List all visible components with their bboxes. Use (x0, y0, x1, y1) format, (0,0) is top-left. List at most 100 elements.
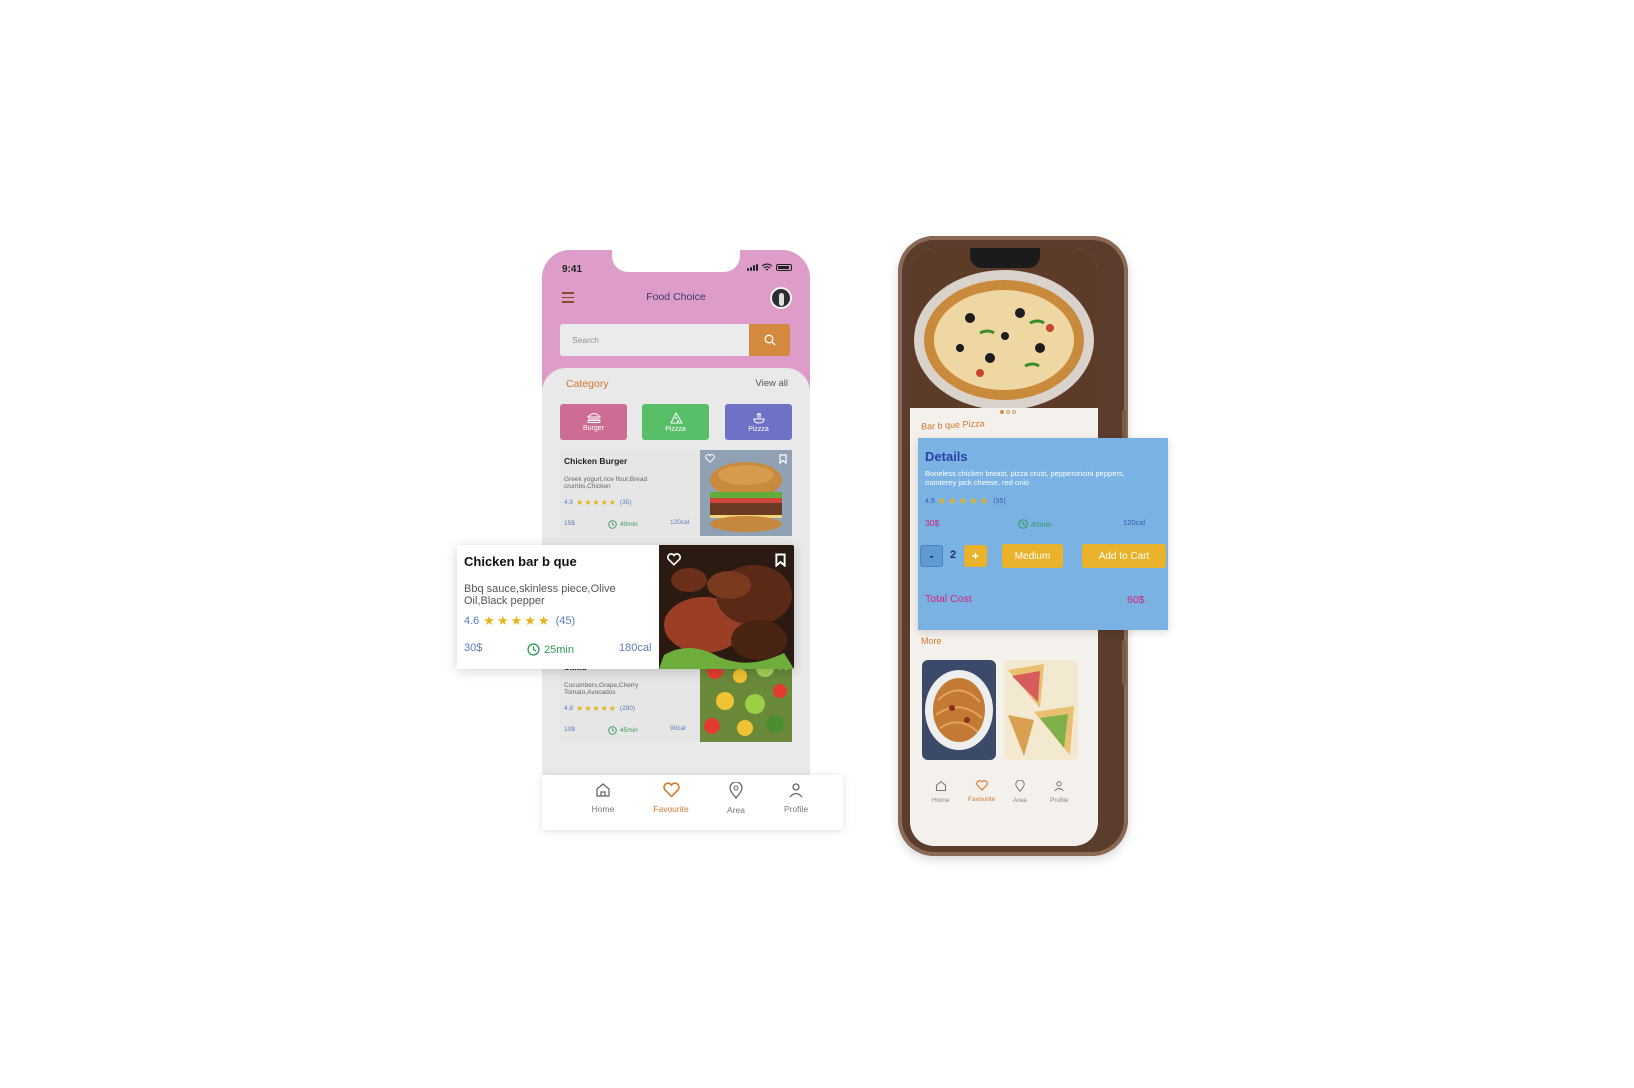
search-icon (764, 334, 775, 346)
details-calories: 120cal (1123, 518, 1146, 527)
details-panel: Details Boneless chicken breast, pizza c… (918, 438, 1168, 630)
food-name: Chicken bar b que (464, 554, 577, 569)
details-price: 30$ (925, 518, 940, 528)
view-all-link[interactable]: View all (755, 378, 788, 389)
heart-icon (662, 782, 680, 798)
phone-side-button (1122, 640, 1126, 685)
nav-label: Home (591, 804, 615, 814)
star-icons: ★★★★★ (937, 496, 991, 507)
carousel-dot[interactable] (1000, 410, 1004, 414)
rating-value: 4.8 (564, 705, 574, 712)
user-icon (1054, 781, 1064, 792)
food-card[interactable]: Chicken Burger Greek yogurt,rice flour,B… (560, 450, 792, 536)
nav-item-area[interactable]: Area (711, 782, 761, 815)
food-calories: 180cal (619, 642, 652, 654)
sandwich-thumbnail[interactable] (1004, 660, 1078, 760)
rating-value: 4.6 (464, 615, 480, 627)
food-rating: 4.9 ★★★★★ (35) (564, 498, 631, 507)
left-phone-screen: 9:41 Food Choice Search Category View al… (542, 250, 810, 780)
star-icons: ★★★★★ (576, 704, 617, 713)
details-description: Boneless chicken breast, pizza crust, pe… (925, 469, 1125, 487)
add-to-cart-button[interactable]: Add to Cart (1082, 544, 1166, 568)
food-description: Cucumbers,Grape,Cherry Tomato,Avocados (564, 682, 639, 697)
food-time: 45min (608, 726, 638, 735)
bookmark-icon[interactable] (779, 454, 787, 464)
nav-item-favourite[interactable]: Favourite (646, 782, 696, 814)
food-calories: 90cal (670, 725, 686, 732)
phone-notch (612, 250, 740, 272)
clock-icon (608, 726, 617, 735)
search-input[interactable]: Search (560, 324, 749, 356)
spaghetti-thumbnail[interactable] (922, 660, 996, 760)
carousel-dot[interactable] (1012, 410, 1016, 414)
carousel-dots[interactable] (1000, 410, 1016, 414)
nav-label: Area (727, 805, 745, 815)
category-chip-label: Pizzza (748, 425, 769, 433)
nav-label: Profile (783, 804, 809, 814)
clock-icon (527, 643, 540, 656)
food-price: 30$ (464, 642, 483, 654)
clock-icon (608, 520, 617, 529)
nav-item-profile[interactable]: Profile (771, 782, 821, 814)
nav-item-home[interactable]: Home (578, 782, 628, 814)
review-count: (45) (555, 615, 576, 627)
location-pin-icon (729, 782, 743, 799)
quantity-value: 2 (950, 549, 957, 561)
heart-icon[interactable] (667, 553, 681, 566)
featured-food-card[interactable]: Chicken bar b que Bbq sauce,skinless pie… (457, 545, 794, 669)
quantity-decrease-button[interactable]: - (920, 545, 943, 567)
heart-icon[interactable] (705, 454, 715, 463)
burger-icon (586, 413, 601, 423)
food-description: Bbq sauce,skinless piece,Olive Oil,Black… (464, 583, 616, 608)
time-value: 25min (544, 643, 574, 656)
food-rating: 4.8 ★★★★★ (290) (564, 704, 635, 713)
status-icons (747, 263, 792, 271)
rating-value: 4.9 (925, 498, 935, 505)
nav-label: Favourite (968, 796, 996, 803)
food-description: Greek yogurt,rice flour,Bread crumbs,Chi… (564, 476, 648, 491)
quantity-increase-button[interactable]: + (964, 545, 987, 567)
nav-item-home[interactable]: Home (932, 780, 949, 804)
noodles-icon (752, 412, 765, 424)
size-select-button[interactable]: Medium (1002, 544, 1063, 568)
avatar[interactable] (770, 287, 792, 309)
food-name: Chicken Burger (564, 456, 628, 466)
rating-value: 4.9 (564, 499, 574, 506)
home-icon (935, 780, 946, 792)
phone-notch (970, 248, 1040, 268)
nav-item-favourite[interactable]: Favourite (968, 780, 995, 803)
category-chip-pizza[interactable]: Pizzza (642, 404, 709, 440)
details-time: 40min (1018, 519, 1051, 529)
dish-title: Bar b que Pizza (920, 418, 985, 432)
heart-icon (975, 780, 988, 791)
clock-icon (1018, 519, 1028, 529)
pizza-slice-icon (669, 411, 683, 423)
star-icons: ★★★★★ (576, 498, 617, 507)
review-count: (35) (619, 499, 632, 506)
phone-side-button (1122, 410, 1126, 440)
signal-icon (747, 264, 758, 271)
carousel-dot[interactable] (1006, 410, 1010, 414)
search-button[interactable] (749, 324, 790, 356)
wifi-icon (762, 263, 772, 271)
nav-item-profile[interactable]: Profile (1050, 780, 1068, 804)
category-chip-label: Burger (582, 425, 604, 432)
category-chip-burger[interactable]: Burger (560, 404, 627, 440)
food-calories: 120cal (670, 519, 690, 526)
burger-photo (700, 450, 792, 536)
home-icon (596, 783, 610, 797)
star-icons: ★★★★★ (483, 613, 552, 628)
time-value: 45min (620, 727, 638, 734)
bookmark-icon[interactable] (775, 553, 786, 567)
category-chip-label: Pizzza (665, 425, 686, 433)
total-cost-label: Total Cost (925, 593, 972, 605)
nav-label: Favourite (653, 804, 689, 814)
category-chip-noodles[interactable]: Pizzza (725, 404, 792, 440)
food-time: 40min (608, 520, 638, 529)
review-count: (35) (993, 498, 1006, 505)
battery-icon (776, 264, 792, 271)
nav-label: Home (932, 797, 950, 804)
time-value: 40min (1031, 519, 1052, 529)
nav-item-area[interactable]: Area (1013, 780, 1027, 804)
user-icon (789, 783, 803, 798)
